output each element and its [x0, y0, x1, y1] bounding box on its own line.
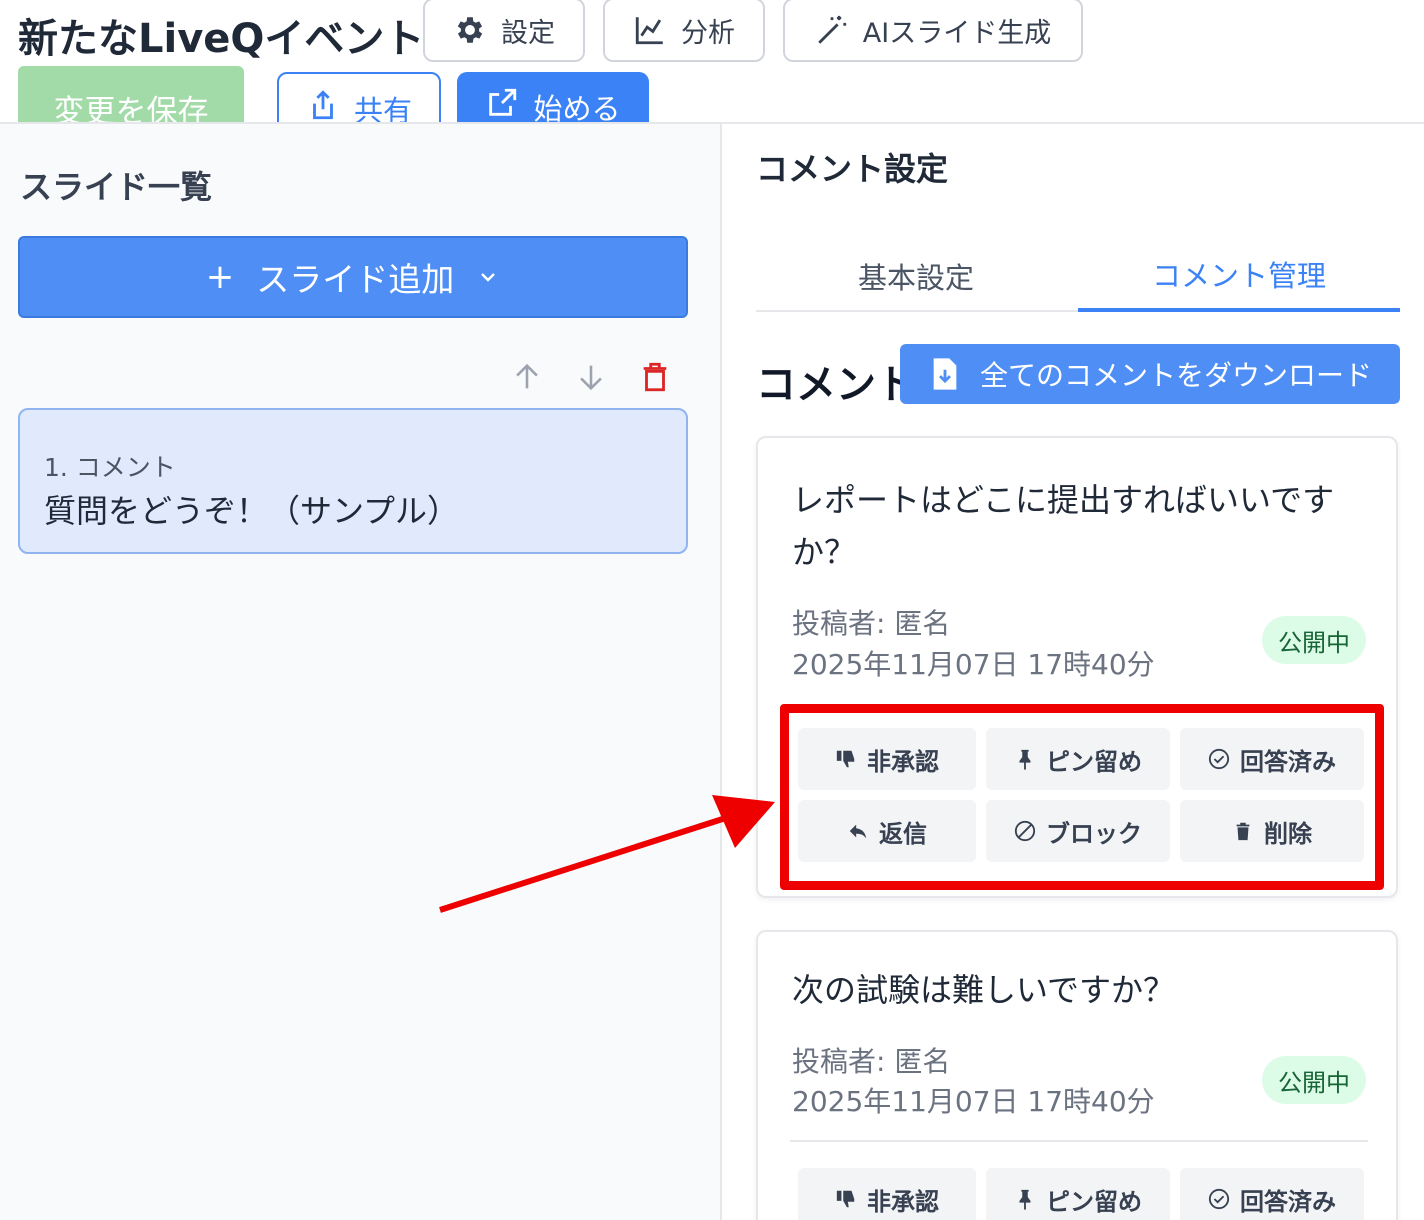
chevron-down-icon — [481, 273, 496, 282]
settings-tabs: 基本設定 コメント管理 — [756, 240, 1400, 312]
share-icon — [313, 90, 333, 120]
external-link-icon — [489, 88, 517, 116]
gear-icon — [457, 17, 483, 43]
ai-slide-generate-button[interactable]: AIスライド生成 — [783, 0, 1083, 62]
start-label: 始める — [533, 92, 621, 124]
save-changes-button[interactable]: 変更を保存 — [18, 66, 244, 124]
pin-icon — [1019, 1189, 1031, 1210]
slide-list-title: スライド一覧 — [20, 168, 213, 206]
comments-heading: コメント — [756, 362, 916, 408]
comment-text: 次の試験は難しいですか？ — [792, 971, 1176, 1009]
thumbs-down-icon — [836, 1190, 855, 1208]
move-down-button[interactable] — [574, 360, 608, 394]
card-divider — [790, 1140, 1368, 1142]
answered-label: 回答済み — [1240, 1187, 1336, 1216]
start-button[interactable]: 始める — [457, 72, 649, 124]
event-title: 新たなLiveQイベント — [18, 16, 425, 62]
move-up-button[interactable] — [510, 360, 544, 394]
save-label: 変更を保存 — [53, 94, 209, 124]
arrow-down-icon — [580, 365, 602, 391]
unapprove-label: 非承認 — [867, 1187, 939, 1216]
comment-author: 投稿者: 匿名 — [792, 607, 951, 640]
slide-item[interactable]: 1. コメント 質問をどうぞ！（サンプル） — [18, 408, 688, 554]
slide-tools — [510, 360, 672, 394]
add-slide-button[interactable]: + スライド追加 — [18, 236, 688, 318]
pin-label: ピン留め — [1046, 1187, 1142, 1216]
comment-card: 次の試験は難しいですか？ 投稿者: 匿名 2025年11月07日 17時40分 … — [756, 930, 1398, 1220]
share-label: 共有 — [353, 94, 412, 124]
slide-title: 質問をどうぞ！（サンプル） — [44, 492, 460, 530]
status-badge: 公開中 — [1262, 1056, 1366, 1104]
comment-settings-panel: コメント設定 基本設定 コメント管理 コメント 全てのコメントをダウンロード レ… — [724, 124, 1424, 1220]
check-circle-icon — [1208, 1188, 1230, 1210]
delete-slide-button[interactable] — [638, 360, 672, 394]
tab-basic-settings[interactable]: 基本設定 — [756, 240, 1076, 312]
comment-author: 投稿者: 匿名 — [792, 1045, 951, 1078]
arrow-up-icon — [516, 363, 538, 389]
magic-wand-icon — [818, 15, 846, 44]
slide-number: 1. コメント — [44, 453, 176, 482]
settings-label: 設定 — [501, 17, 555, 49]
comment-date: 2025年11月07日 17時40分 — [792, 648, 1155, 681]
comment-settings-title: コメント設定 — [756, 150, 949, 188]
tab-comment-management[interactable]: コメント管理 — [1078, 240, 1400, 312]
comment-date: 2025年11月07日 17時40分 — [792, 1085, 1155, 1118]
annotation-highlight-box — [780, 704, 1384, 890]
file-download-icon — [933, 358, 957, 390]
status-badge: 公開中 — [1262, 616, 1366, 664]
answered-button[interactable]: 回答済み — [1180, 1168, 1364, 1220]
download-all-comments-button[interactable]: 全てのコメントをダウンロード — [900, 344, 1400, 404]
line-chart-icon — [635, 17, 663, 45]
settings-button[interactable]: 設定 — [423, 0, 585, 62]
ai-slide-label: AIスライド生成 — [862, 17, 1052, 49]
share-button[interactable]: 共有 — [277, 72, 441, 124]
analysis-label: 分析 — [681, 17, 735, 49]
app-header: 新たなLiveQイベント 設定 分析 AIスライド生成 変更を保存 共有 始める — [0, 0, 1424, 124]
analysis-button[interactable]: 分析 — [603, 0, 765, 62]
comment-text: レポートはどこに提出すればいいですか？ — [792, 481, 1335, 571]
comment-actions: 非承認 ピン留め 回答済み — [798, 1168, 1364, 1220]
pin-button[interactable]: ピン留め — [986, 1168, 1170, 1220]
plus-icon: + — [205, 257, 235, 297]
slide-list-panel: スライド一覧 + スライド追加 1. コメント 質問をどうぞ！（サンプル） — [0, 124, 722, 1220]
trash-icon — [643, 362, 667, 392]
unapprove-button[interactable]: 非承認 — [798, 1168, 976, 1220]
download-label: 全てのコメントをダウンロード — [980, 359, 1373, 392]
add-slide-label: スライド追加 — [256, 260, 455, 299]
